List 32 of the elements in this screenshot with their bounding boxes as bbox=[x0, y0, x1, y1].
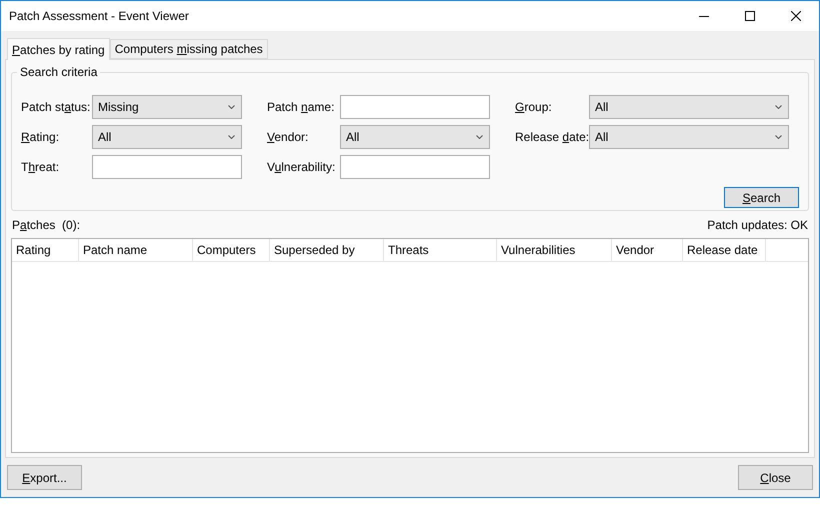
field-label: Vendor: bbox=[267, 129, 310, 146]
field-label: Vulnerability: bbox=[267, 159, 336, 176]
chevron-down-icon bbox=[476, 135, 483, 139]
dropdown[interactable]: All bbox=[589, 125, 789, 149]
export-button[interactable]: Export... bbox=[7, 465, 82, 490]
close-icon bbox=[791, 11, 801, 21]
tab[interactable]: Patches by rating bbox=[7, 38, 110, 60]
field-label: Group: bbox=[515, 99, 553, 116]
group-title: Search criteria bbox=[19, 64, 98, 81]
maximize-icon bbox=[745, 11, 755, 21]
chevron-down-icon bbox=[775, 135, 782, 139]
field-label: Release date: bbox=[515, 129, 589, 146]
patches-count-label: Patches (0): bbox=[12, 216, 80, 234]
dropdown[interactable]: Missing bbox=[92, 95, 242, 119]
chevron-down-icon bbox=[228, 135, 235, 139]
tab[interactable]: Computers missing patches bbox=[110, 39, 268, 59]
close-dialog-button[interactable]: Close bbox=[738, 465, 813, 490]
patch-updates-status: Patch updates: OK bbox=[707, 216, 808, 234]
input-field[interactable] bbox=[340, 95, 490, 119]
field-label: Threat: bbox=[21, 159, 60, 176]
input-field[interactable] bbox=[340, 155, 490, 179]
search-button[interactable]: Search bbox=[724, 187, 799, 208]
chevron-down-icon bbox=[228, 105, 235, 109]
field-label: Rating: bbox=[21, 129, 60, 146]
dropdown[interactable]: All bbox=[340, 125, 490, 149]
field-label: Patch name: bbox=[267, 99, 336, 116]
dropdown[interactable]: All bbox=[589, 95, 789, 119]
dropdown[interactable]: All bbox=[92, 125, 242, 149]
input-field[interactable] bbox=[92, 155, 242, 179]
chevron-down-icon bbox=[775, 105, 782, 109]
field-label: Patch status: bbox=[21, 99, 92, 116]
window-title: Patch Assessment - Event Viewer bbox=[9, 8, 189, 25]
